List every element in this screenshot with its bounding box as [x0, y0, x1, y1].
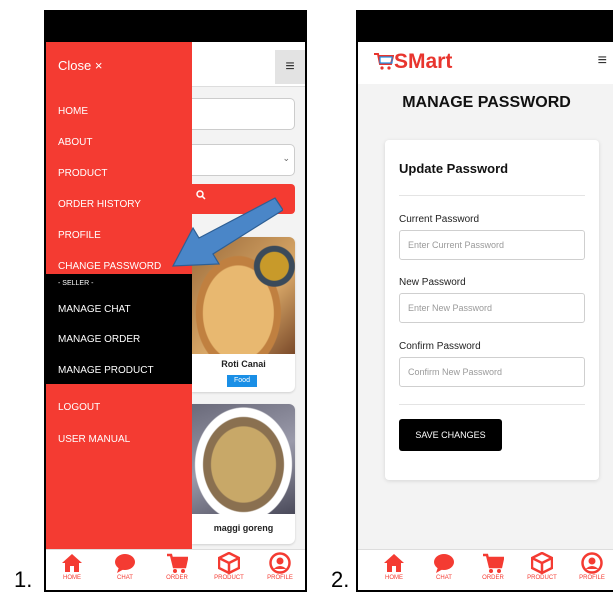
phone-screen-manage-password: SMart ≡ MANAGE PASSWORD Update Password …	[356, 10, 613, 592]
status-bar	[358, 12, 613, 42]
drawer-item-user-manual[interactable]: USER MANUAL	[58, 434, 130, 445]
bottom-navigation: HOME CHAT ORDER PRODUCT PROFILE	[358, 549, 613, 590]
product-name: maggi goreng	[213, 523, 274, 533]
divider	[399, 404, 585, 405]
product-card[interactable]: Roti Canai Food	[192, 237, 295, 392]
figure-label-2: 2.	[331, 567, 350, 592]
drawer-item-order-history[interactable]: ORDER HISTORY	[58, 199, 141, 210]
drawer-item-manage-order[interactable]: MANAGE ORDER	[58, 334, 140, 345]
chat-icon	[434, 554, 454, 573]
nav-order[interactable]: ORDER	[157, 552, 197, 581]
cart-logo-icon	[374, 53, 394, 70]
nav-label: CHAT	[436, 575, 452, 581]
nav-label: PROFILE	[579, 575, 605, 581]
product-card[interactable]: maggi goreng	[192, 404, 295, 544]
nav-chat[interactable]: CHAT	[105, 552, 145, 581]
new-password-input[interactable]	[399, 293, 585, 323]
nav-product[interactable]: PRODUCT	[522, 552, 562, 581]
chat-icon	[115, 554, 135, 573]
user-icon	[581, 552, 603, 574]
box-icon	[218, 552, 240, 574]
nav-home[interactable]: HOME	[374, 552, 414, 581]
product-photo	[192, 404, 295, 514]
nav-profile[interactable]: PROFILE	[572, 552, 612, 581]
category-select-background: ⌄	[192, 144, 295, 176]
drawer-item-about[interactable]: ABOUT	[58, 137, 92, 148]
product-photo	[192, 237, 295, 354]
bottom-navigation: HOME CHAT ORDER PRODUCT PROFILE	[46, 549, 305, 590]
page-title: MANAGE PASSWORD	[402, 94, 571, 111]
nav-label: PRODUCT	[214, 575, 244, 581]
phone-screen-menu: ≡ ⌄ Roti Canai Food maggi goreng Close ×…	[44, 10, 307, 592]
drawer-item-profile[interactable]: PROFILE	[58, 230, 101, 241]
confirm-password-input[interactable]	[399, 357, 585, 387]
search-icon	[196, 190, 206, 200]
nav-label: ORDER	[482, 575, 504, 581]
user-icon	[269, 552, 291, 574]
search-button-background	[192, 184, 295, 214]
form-title: Update Password	[399, 161, 509, 176]
nav-profile[interactable]: PROFILE	[260, 552, 300, 581]
cart-icon	[167, 553, 188, 573]
seller-section: - SELLER - MANAGE CHAT MANAGE ORDER MANA…	[46, 274, 192, 384]
app-bar: SMart ≡	[358, 42, 613, 84]
nav-product[interactable]: PRODUCT	[209, 552, 249, 581]
nav-chat[interactable]: CHAT	[424, 552, 464, 581]
nav-label: HOME	[385, 575, 403, 581]
hamburger-menu-icon[interactable]: ≡	[598, 52, 607, 70]
drawer-item-manage-product[interactable]: MANAGE PRODUCT	[58, 365, 154, 376]
new-password-label: New Password	[399, 277, 466, 288]
current-password-input[interactable]	[399, 230, 585, 260]
nav-home[interactable]: HOME	[52, 552, 92, 581]
nav-label: PRODUCT	[527, 575, 557, 581]
drawer-item-change-password[interactable]: CHANGE PASSWORD	[58, 261, 161, 272]
save-changes-button[interactable]: SAVE CHANGES	[399, 419, 502, 451]
current-password-label: Current Password	[399, 214, 480, 225]
hamburger-menu-icon[interactable]: ≡	[275, 50, 305, 84]
nav-label: ORDER	[166, 575, 188, 581]
search-input-background	[192, 98, 295, 130]
home-icon	[384, 554, 404, 572]
nav-label: HOME	[63, 575, 81, 581]
seller-section-label: - SELLER -	[58, 280, 94, 287]
product-name: Roti Canai	[221, 359, 266, 369]
nav-label: PROFILE	[267, 575, 293, 581]
divider	[399, 195, 585, 196]
nav-label: CHAT	[117, 575, 133, 581]
home-icon	[62, 554, 82, 572]
chevron-down-icon: ⌄	[282, 153, 290, 163]
cart-icon	[483, 553, 504, 573]
drawer-item-logout[interactable]: LOGOUT	[58, 402, 100, 413]
figure-label-1: 1.	[14, 567, 33, 592]
update-password-form: Update Password Current Password New Pas…	[385, 140, 599, 480]
drawer-item-product[interactable]: PRODUCT	[58, 168, 107, 179]
confirm-password-label: Confirm Password	[399, 341, 481, 352]
close-drawer-button[interactable]: Close ×	[58, 58, 102, 73]
product-tag: Food	[227, 375, 257, 387]
box-icon	[531, 552, 553, 574]
side-drawer: Close × HOME ABOUT PRODUCT ORDER HISTORY…	[46, 42, 192, 562]
status-bar	[46, 12, 305, 42]
brand-logo[interactable]: SMart	[394, 50, 452, 74]
nav-order[interactable]: ORDER	[473, 552, 513, 581]
drawer-item-home[interactable]: HOME	[58, 106, 88, 117]
drawer-item-manage-chat[interactable]: MANAGE CHAT	[58, 304, 131, 315]
